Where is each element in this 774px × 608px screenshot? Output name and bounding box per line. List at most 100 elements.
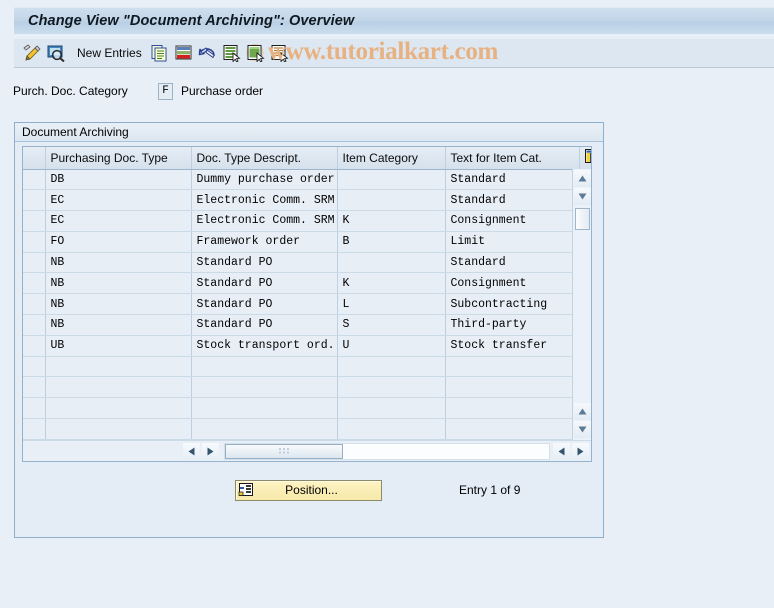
row-selector-cell[interactable] (23, 252, 46, 274)
cell-item-category[interactable]: K (337, 210, 446, 232)
cell-purchasing-doc-type[interactable]: NB (45, 252, 192, 274)
cell-doc-type-descript[interactable]: Standard PO (191, 314, 338, 336)
table-row[interactable] (23, 356, 591, 378)
row-selector-cell[interactable] (23, 356, 46, 378)
cell-item-category[interactable] (337, 252, 446, 274)
cell-text-for-item-cat[interactable] (445, 397, 580, 420)
hscroll-far-left-button[interactable] (553, 442, 570, 460)
cell-item-category[interactable] (337, 189, 446, 212)
row-selector-cell[interactable] (23, 397, 46, 420)
row-selector-cell[interactable] (23, 293, 46, 316)
cell-text-for-item-cat[interactable]: Standard (445, 189, 580, 212)
list-arrow-icon[interactable] (268, 41, 292, 65)
table-row[interactable] (23, 418, 591, 440)
table-row[interactable]: NB Standard PO L Subcontracting (23, 293, 591, 316)
cell-purchasing-doc-type[interactable] (45, 397, 192, 420)
hscroll-track[interactable] (224, 442, 550, 460)
table-row[interactable] (23, 376, 591, 399)
cell-purchasing-doc-type[interactable]: NB (45, 272, 192, 295)
cell-doc-type-descript[interactable]: Standard PO (191, 252, 338, 274)
cell-item-category[interactable]: U (337, 335, 446, 357)
undo-arrow-icon[interactable] (196, 41, 220, 65)
cell-doc-type-descript[interactable] (191, 376, 338, 399)
cell-doc-type-descript[interactable]: Standard PO (191, 293, 338, 316)
cell-purchasing-doc-type[interactable] (45, 418, 192, 440)
header-purchasing-doc-type[interactable]: Purchasing Doc. Type (45, 147, 192, 170)
display-detail-icon[interactable] (44, 41, 68, 65)
header-text-for-item-cat[interactable]: Text for Item Cat. (445, 147, 580, 170)
horizontal-scroll-thumb[interactable] (225, 443, 343, 459)
cell-text-for-item-cat[interactable] (445, 356, 580, 378)
row-selector-cell[interactable] (23, 314, 46, 336)
cell-item-category[interactable] (337, 356, 446, 378)
display-change-icon[interactable] (20, 41, 44, 65)
cell-item-category[interactable] (337, 376, 446, 399)
cell-item-category[interactable]: S (337, 314, 446, 336)
table-row[interactable]: EC Electronic Comm. SRM K Consignment (23, 210, 591, 232)
cell-doc-type-descript[interactable]: Stock transport ord. (191, 335, 338, 357)
cell-text-for-item-cat[interactable]: Standard (445, 169, 580, 191)
cell-doc-type-descript[interactable]: Electronic Comm. SRM (191, 210, 338, 232)
table-settings-icon[interactable] (579, 147, 591, 170)
header-row-selector[interactable] (23, 147, 46, 170)
cell-purchasing-doc-type[interactable] (45, 376, 192, 399)
cell-text-for-item-cat[interactable]: Third-party (445, 314, 580, 336)
cell-text-for-item-cat[interactable] (445, 418, 580, 440)
select-all-icon[interactable] (220, 41, 244, 65)
cell-text-for-item-cat[interactable]: Consignment (445, 210, 580, 232)
cell-text-for-item-cat[interactable] (445, 376, 580, 399)
cell-purchasing-doc-type[interactable]: EC (45, 189, 192, 212)
cell-text-for-item-cat[interactable]: Subcontracting (445, 293, 580, 316)
hscroll-far-right-button[interactable] (572, 442, 589, 460)
cell-doc-type-descript[interactable]: Framework order (191, 231, 338, 253)
row-selector-cell[interactable] (23, 335, 46, 357)
cell-purchasing-doc-type[interactable]: DB (45, 169, 192, 191)
delete-row-icon[interactable] (172, 41, 196, 65)
new-entries-button[interactable]: New Entries (75, 41, 148, 65)
table-row[interactable]: FO Framework order B Limit (23, 231, 591, 253)
cell-item-category[interactable]: K (337, 272, 446, 295)
row-selector-cell[interactable] (23, 169, 46, 191)
cell-doc-type-descript[interactable]: Electronic Comm. SRM (191, 189, 338, 212)
position-button[interactable]: Position... (235, 479, 382, 501)
cell-purchasing-doc-type[interactable]: EC (45, 210, 192, 232)
table-horizontal-scrollbar[interactable] (23, 440, 591, 461)
cell-purchasing-doc-type[interactable]: UB (45, 335, 192, 357)
hscroll-right-button[interactable] (202, 442, 219, 460)
cell-purchasing-doc-type[interactable]: NB (45, 293, 192, 316)
cell-doc-type-descript[interactable] (191, 418, 338, 440)
row-selector-cell[interactable] (23, 376, 46, 399)
cell-text-for-item-cat[interactable]: Consignment (445, 272, 580, 295)
table-vertical-scrollbar[interactable] (572, 169, 591, 440)
cell-doc-type-descript[interactable]: Standard PO (191, 272, 338, 295)
copy-icon[interactable] (148, 41, 172, 65)
cell-item-category[interactable] (337, 397, 446, 420)
table-row[interactable]: DB Dummy purchase order Standard (23, 169, 591, 191)
cell-text-for-item-cat[interactable]: Limit (445, 231, 580, 253)
header-item-category[interactable]: Item Category (337, 147, 446, 170)
table-row[interactable]: NB Standard PO Standard (23, 252, 591, 274)
table-row[interactable]: NB Standard PO S Third-party (23, 314, 591, 336)
cell-text-for-item-cat[interactable]: Standard (445, 252, 580, 274)
scroll-page-up-button[interactable] (573, 403, 591, 420)
table-row[interactable]: UB Stock transport ord. U Stock transfer (23, 335, 591, 357)
row-selector-cell[interactable] (23, 418, 46, 440)
deselect-all-icon[interactable] (244, 41, 268, 65)
scroll-page-down-button[interactable] (573, 421, 591, 438)
row-selector-cell[interactable] (23, 210, 46, 232)
cell-purchasing-doc-type[interactable]: FO (45, 231, 192, 253)
row-selector-cell[interactable] (23, 272, 46, 295)
cell-doc-type-descript[interactable]: Dummy purchase order (191, 169, 338, 191)
cell-doc-type-descript[interactable] (191, 397, 338, 420)
hscroll-left-button[interactable] (183, 442, 200, 460)
cell-purchasing-doc-type[interactable] (45, 356, 192, 378)
table-row[interactable] (23, 397, 591, 420)
scroll-up-button[interactable] (573, 170, 591, 187)
table-row[interactable]: EC Electronic Comm. SRM Standard (23, 189, 591, 212)
cell-item-category[interactable] (337, 169, 446, 191)
cell-purchasing-doc-type[interactable]: NB (45, 314, 192, 336)
table-row[interactable]: NB Standard PO K Consignment (23, 272, 591, 295)
cell-item-category[interactable] (337, 418, 446, 440)
cell-text-for-item-cat[interactable]: Stock transfer (445, 335, 580, 357)
row-selector-cell[interactable] (23, 189, 46, 212)
